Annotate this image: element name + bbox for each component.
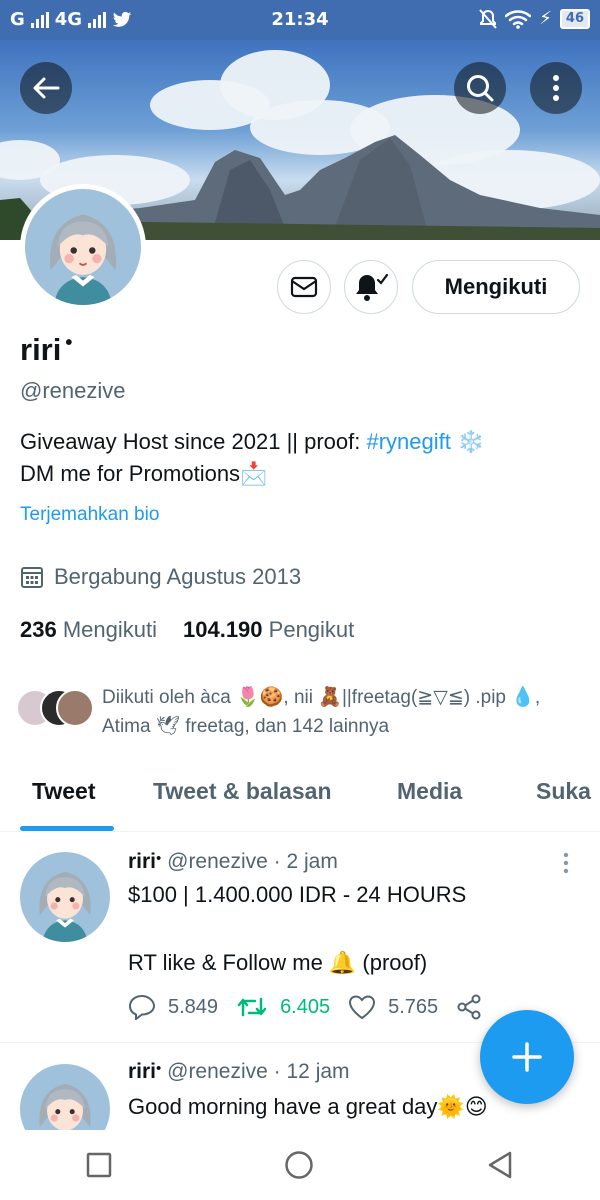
like-count: 5.765 <box>388 995 439 1018</box>
bio-emoji-1: ❄️ <box>457 429 485 454</box>
charging-icon: ⚡ <box>539 8 552 29</box>
profile-name-text: riri <box>20 332 62 367</box>
tweet-text: $100 | 1.400.000 IDR - 24 HOURS RT like … <box>128 882 467 975</box>
reply-button[interactable]: 5.849 <box>128 994 218 1020</box>
profile-handle: @renezive <box>20 378 126 403</box>
tweet-handle[interactable]: @renezive <box>167 850 268 873</box>
tweet-time: · 12 jam <box>273 1060 350 1083</box>
share-icon <box>457 994 481 1020</box>
heart-icon <box>349 995 376 1020</box>
tab-tweet[interactable]: Tweet <box>32 778 95 805</box>
bio-hashtag-link[interactable]: #rynegift <box>367 429 451 454</box>
followed-by-text: Diikuti oleh àca 🌷🍪, nii 🧸||freetag(≧▽≦)… <box>102 687 541 737</box>
followers-count: 104.190 <box>183 617 263 642</box>
tweet-avatar[interactable] <box>20 1064 110 1130</box>
status-bar: G 4G 21:34 ⚡ 46 <box>0 0 600 40</box>
search-button[interactable] <box>454 62 506 114</box>
tweet-name-dot: • <box>156 1060 162 1077</box>
reply-icon <box>128 994 156 1020</box>
tweet-header: riri• @renezive · 12 jam <box>128 1060 350 1084</box>
tweet-header: riri• @renezive · 2 jam <box>128 850 338 874</box>
reply-count: 5.849 <box>168 995 219 1018</box>
nav-back-triangle-icon[interactable] <box>486 1150 514 1180</box>
avatar-illustration <box>20 852 110 942</box>
battery-level: 46 <box>559 8 590 29</box>
name-dot: • <box>65 332 73 354</box>
bell-check-icon <box>356 273 388 301</box>
nav-square-icon[interactable] <box>86 1152 112 1178</box>
search-icon <box>467 75 494 102</box>
tweet-time: · 2 jam <box>273 850 338 873</box>
followers-label: Pengikut <box>268 617 355 642</box>
retweet-count: 6.405 <box>280 995 331 1018</box>
message-button[interactable] <box>277 260 331 314</box>
following-count: 236 <box>20 617 57 642</box>
tweet-author-name[interactable]: riri <box>128 850 156 873</box>
bio-text-1: Giveaway Host since 2021 || proof: <box>20 429 367 454</box>
calendar-icon <box>21 567 43 588</box>
avatar-illustration <box>25 189 141 305</box>
back-button[interactable] <box>20 62 72 114</box>
bell-off-icon <box>479 8 498 29</box>
more-options-button[interactable] <box>530 62 582 114</box>
tweet-author-name[interactable]: riri <box>128 1060 156 1083</box>
tab-likes[interactable]: Suka <box>536 778 591 805</box>
follower-avatar-3 <box>56 689 94 727</box>
system-navigation-bar <box>0 1130 600 1200</box>
following-button[interactable]: Mengikuti <box>412 260 580 314</box>
back-arrow-icon <box>33 77 60 99</box>
following-label: Mengikuti <box>62 617 157 642</box>
tab-media[interactable]: Media <box>397 778 462 805</box>
more-vertical-icon <box>553 75 559 101</box>
share-button[interactable] <box>456 994 482 1020</box>
notifications-button[interactable] <box>344 260 398 314</box>
tweet-name-dot: • <box>156 850 162 867</box>
translate-bio-link[interactable]: Terjemahkan bio <box>20 504 159 526</box>
nav-circle-icon[interactable] <box>284 1150 314 1180</box>
compose-plus-icon <box>512 1042 542 1072</box>
join-date-text: Bergabung Agustus 2013 <box>54 564 302 589</box>
followers-stat[interactable]: 104.190 Pengikut <box>183 617 354 643</box>
active-tab-indicator <box>20 826 114 831</box>
tweet-actions: 5.849 6.405 5.765 <box>128 994 500 1020</box>
bio-emoji-2: 📩 <box>240 461 268 486</box>
follow-stats: 236 Mengikuti 104.190 Pengikut <box>20 617 354 643</box>
profile-tabs: Tweet Tweet & balasan Media Suka <box>0 760 600 832</box>
profile-name: riri • <box>20 332 72 368</box>
tweet-avatar[interactable] <box>20 852 110 942</box>
followed-by[interactable]: Diikuti oleh àca 🌷🍪, nii 🧸||freetag(≧▽≦)… <box>16 683 586 743</box>
avatar-illustration <box>20 1064 110 1130</box>
profile-avatar[interactable] <box>20 184 146 310</box>
tweet-item[interactable]: riri• @renezive · 2 jam $100 | 1.400.000… <box>0 840 600 1040</box>
tab-tweet-replies[interactable]: Tweet & balasan <box>153 778 332 805</box>
tweet-handle[interactable]: @renezive <box>167 1060 268 1083</box>
bio-text-2: DM me for Promotions <box>20 461 241 486</box>
retweet-icon <box>237 997 267 1017</box>
tweet-more-icon[interactable] <box>562 852 570 874</box>
wifi-icon <box>505 9 532 29</box>
compose-tweet-button[interactable] <box>480 1010 574 1104</box>
mail-icon <box>290 276 318 298</box>
following-stat[interactable]: 236 Mengikuti <box>20 617 157 643</box>
like-button[interactable]: 5.765 <box>348 994 438 1020</box>
profile-bio: Giveaway Host since 2021 || proof: #ryne… <box>20 426 580 490</box>
join-date: Bergabung Agustus 2013 <box>20 564 301 590</box>
retweet-button[interactable]: 6.405 <box>236 995 330 1019</box>
